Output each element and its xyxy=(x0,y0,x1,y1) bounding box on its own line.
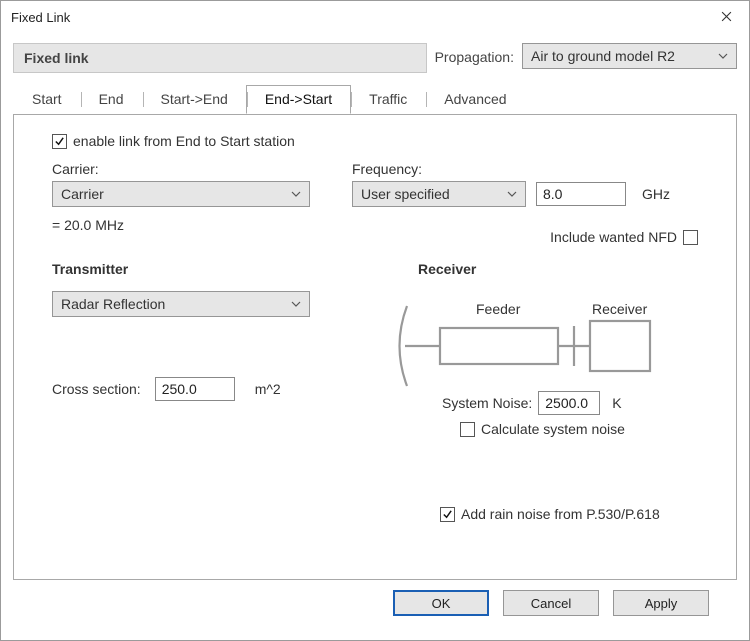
nfd-label: Include wanted NFD xyxy=(550,229,677,245)
tab-label: Advanced xyxy=(444,91,506,107)
system-noise-unit: K xyxy=(612,395,621,411)
cancel-button[interactable]: Cancel xyxy=(503,590,599,616)
enable-link-checkbox[interactable] xyxy=(52,134,67,149)
carrier-info: = 20.0 MHz xyxy=(52,217,352,233)
dialog-fixed-link: Fixed Link Fixed link Propagation: Air t… xyxy=(0,0,750,641)
tab-end[interactable]: End xyxy=(80,85,143,113)
header-row: Fixed link Propagation: Air to ground mo… xyxy=(13,43,737,73)
tab-panel: enable link from End to Start station Ca… xyxy=(13,114,737,580)
transmitter-value: Radar Reflection xyxy=(61,296,165,312)
calc-noise-checkbox[interactable] xyxy=(460,422,475,437)
carrier-label: Carrier: xyxy=(52,161,352,177)
cross-section-unit: m^2 xyxy=(255,381,281,397)
button-label: OK xyxy=(432,596,451,611)
tab-start-to-end[interactable]: Start->End xyxy=(142,85,247,113)
rain-noise-checkbox[interactable] xyxy=(440,507,455,522)
enable-link-label: enable link from End to Start station xyxy=(73,133,295,149)
system-noise-input[interactable]: 2500.0 xyxy=(538,391,600,415)
calc-noise-row: Calculate system noise xyxy=(460,421,625,437)
chevron-down-icon xyxy=(291,191,301,197)
enable-link-row: enable link from End to Start station xyxy=(52,133,708,149)
ok-button[interactable]: OK xyxy=(393,590,489,616)
nfd-checkbox[interactable] xyxy=(683,230,698,245)
tab-label: Start xyxy=(32,91,62,107)
content-area: Fixed link Propagation: Air to ground mo… xyxy=(1,33,749,640)
button-label: Cancel xyxy=(531,596,571,611)
diagram-receiver-label: Receiver xyxy=(592,301,647,317)
chevron-down-icon xyxy=(291,301,301,307)
propagation-value: Air to ground model R2 xyxy=(531,48,675,64)
frequency-label: Frequency: xyxy=(352,161,708,177)
window-title: Fixed Link xyxy=(11,10,70,25)
transmitter-title: Transmitter xyxy=(52,261,352,277)
apply-button[interactable]: Apply xyxy=(613,590,709,616)
tab-end-to-start[interactable]: End->Start xyxy=(246,85,351,114)
close-icon xyxy=(721,10,732,25)
frequency-mode-select[interactable]: User specified xyxy=(352,181,526,207)
calc-noise-label: Calculate system noise xyxy=(481,421,625,437)
nfd-row: Include wanted NFD xyxy=(352,229,708,245)
button-label: Apply xyxy=(645,596,678,611)
left-column: Carrier: Carrier = 20.0 MHz Transmitter … xyxy=(52,161,352,522)
tab-bar: Start End Start->End End->Start Traffic … xyxy=(13,85,737,114)
tab-label: Start->End xyxy=(161,91,228,107)
rain-noise-row: Add rain noise from P.530/P.618 xyxy=(440,506,708,522)
receiver-title: Receiver xyxy=(418,261,708,277)
tab-label: End->Start xyxy=(265,91,332,107)
system-noise-row: System Noise: 2500.0 K xyxy=(442,391,622,415)
system-noise-label: System Noise: xyxy=(442,395,532,411)
cross-section-input[interactable]: 250.0 xyxy=(155,377,235,401)
carrier-select[interactable]: Carrier xyxy=(52,181,310,207)
rain-noise-label: Add rain noise from P.530/P.618 xyxy=(461,506,660,522)
tab-advanced[interactable]: Advanced xyxy=(425,85,525,113)
tab-label: Traffic xyxy=(369,91,407,107)
tab-start[interactable]: Start xyxy=(13,85,81,113)
right-column: Frequency: User specified 8.0 GHz Includ… xyxy=(352,161,708,522)
cross-section-label: Cross section: xyxy=(52,381,141,397)
close-button[interactable] xyxy=(703,1,749,33)
frequency-input[interactable]: 8.0 xyxy=(536,182,626,206)
section-title: Fixed link xyxy=(13,43,427,73)
tab-label: End xyxy=(99,91,124,107)
tab-traffic[interactable]: Traffic xyxy=(350,85,426,113)
receiver-diagram: Feeder Receiver System Noise: 2500.0 K C… xyxy=(392,281,682,456)
propagation-select[interactable]: Air to ground model R2 xyxy=(522,43,737,69)
titlebar: Fixed Link xyxy=(1,1,749,33)
button-row: OK Cancel Apply xyxy=(13,580,737,628)
frequency-mode-value: User specified xyxy=(361,186,450,202)
chevron-down-icon xyxy=(718,53,728,59)
propagation-label: Propagation: xyxy=(427,43,522,73)
carrier-value: Carrier xyxy=(61,186,104,202)
diagram-feeder-label: Feeder xyxy=(476,301,520,317)
chevron-down-icon xyxy=(507,191,517,197)
frequency-unit: GHz xyxy=(642,186,670,202)
cross-section-row: Cross section: 250.0 m^2 xyxy=(52,377,352,401)
frequency-row: User specified 8.0 GHz xyxy=(352,181,708,207)
transmitter-select[interactable]: Radar Reflection xyxy=(52,291,310,317)
